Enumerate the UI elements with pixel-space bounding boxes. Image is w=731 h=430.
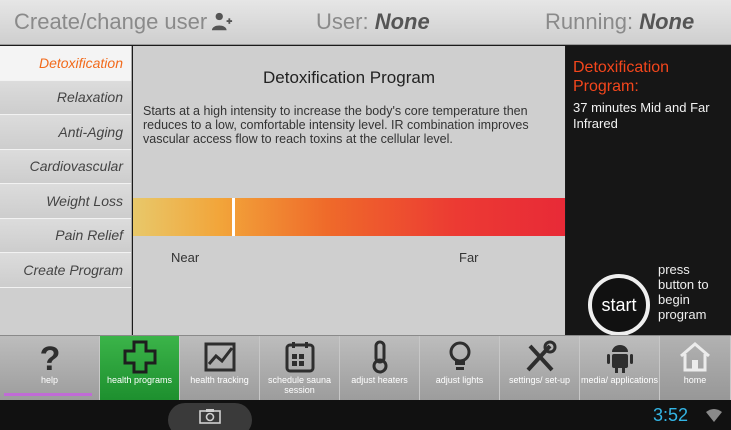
sidebar-item-create-program[interactable]: Create Program: [0, 253, 131, 288]
running-value: None: [639, 9, 695, 34]
summary-detail: 37 minutes Mid and Far Infrared: [573, 100, 710, 131]
health-tracking-label: health tracking: [190, 375, 249, 385]
program-summary-panel: Detoxification Program: 37 minutes Mid a…: [566, 46, 731, 336]
settings-setup-label: settings/ set-up: [508, 375, 571, 385]
start-hint-text: press button to begin program: [658, 262, 709, 322]
infrared-position-marker: [232, 198, 235, 236]
android-icon: [606, 345, 633, 373]
health-programs-button[interactable]: health programs: [100, 336, 180, 401]
top-header: Create/change user User: None Running: N…: [0, 0, 731, 45]
camera-icon: [199, 409, 221, 424]
sidebar-item-label: Weight Loss: [46, 192, 123, 209]
user-add-icon: [212, 12, 233, 31]
running-status: Running: None: [545, 9, 694, 35]
health-cross-icon: [123, 340, 156, 374]
program-detail-panel: Detoxification Program Starts at a high …: [133, 46, 565, 335]
adjust-lights-button[interactable]: adjust lights: [420, 336, 500, 401]
health-tracking-button[interactable]: health tracking: [180, 336, 260, 401]
start-button[interactable]: start: [588, 274, 650, 336]
help-icon: ?: [39, 340, 60, 374]
current-user: User: None: [316, 9, 430, 35]
sidebar-item-detoxification[interactable]: Detoxification: [0, 46, 131, 81]
svg-text:?: ?: [39, 340, 60, 374]
far-label: Far: [459, 250, 479, 265]
help-button[interactable]: ? help: [0, 336, 100, 401]
sidebar-item-label: Create Program: [23, 261, 123, 278]
near-label: Near: [171, 250, 200, 265]
adjust-heaters-button[interactable]: adjust heaters: [340, 336, 420, 401]
calendar-icon: [285, 342, 314, 373]
help-underline: [4, 393, 92, 396]
lightbulb-icon: [449, 341, 470, 370]
user-value: None: [374, 9, 430, 34]
adjust-heaters-label: adjust heaters: [351, 375, 408, 385]
create-user-label: Create/change user: [14, 9, 208, 34]
sidebar-item-weight-loss[interactable]: Weight Loss: [0, 184, 131, 219]
sidebar-item-label: Relaxation: [56, 89, 123, 106]
home-icon: [680, 342, 710, 372]
sidebar-item-pain-relief[interactable]: Pain Relief: [0, 218, 131, 253]
schedule-sauna-label: schedule sauna session: [267, 375, 332, 395]
schedule-sauna-button[interactable]: schedule sauna session: [260, 336, 340, 401]
program-sidebar: Detoxification Relaxation Anti-Aging Car…: [0, 46, 132, 336]
infrared-spectrum-bar: [133, 198, 565, 236]
user-label: User:: [316, 9, 369, 34]
sidebar-item-anti-aging[interactable]: Anti-Aging: [0, 115, 131, 150]
chart-icon: [204, 342, 235, 372]
clock-time: 3:52: [653, 405, 689, 425]
sidebar-item-label: Pain Relief: [55, 227, 123, 244]
create-change-user-button[interactable]: Create/change user: [14, 9, 233, 35]
adjust-lights-label: adjust lights: [435, 375, 484, 385]
sidebar-empty-space: [0, 287, 131, 336]
camera-button[interactable]: [168, 403, 252, 430]
health-programs-label: health programs: [106, 375, 173, 385]
sidebar-item-cardiovascular[interactable]: Cardiovascular: [0, 149, 131, 184]
running-label: Running:: [545, 9, 634, 34]
sidebar-item-label: Anti-Aging: [58, 123, 123, 140]
home-button[interactable]: home: [660, 336, 731, 401]
summary-title: Detoxification Program:: [573, 59, 670, 95]
bottom-toolbar: ? help health programs health tracking s…: [0, 335, 731, 401]
sidebar-item-label: Detoxification: [38, 54, 123, 71]
tools-icon: [526, 340, 556, 372]
program-title: Detoxification Program: [263, 68, 435, 87]
help-label: help: [40, 375, 58, 385]
media-applications-label: media/ applications: [580, 375, 659, 385]
thermometer-icon: [372, 340, 387, 374]
settings-setup-button[interactable]: settings/ set-up: [500, 336, 580, 401]
sidebar-item-label: Cardiovascular: [29, 158, 123, 175]
program-description: Starts at a high intensity to increase t…: [143, 104, 529, 146]
system-status-bar: 3:52: [0, 400, 731, 430]
sidebar-item-relaxation[interactable]: Relaxation: [0, 80, 131, 115]
home-label: home: [683, 375, 707, 385]
media-applications-button[interactable]: media/ applications: [580, 336, 660, 401]
wifi-icon: [706, 409, 722, 422]
